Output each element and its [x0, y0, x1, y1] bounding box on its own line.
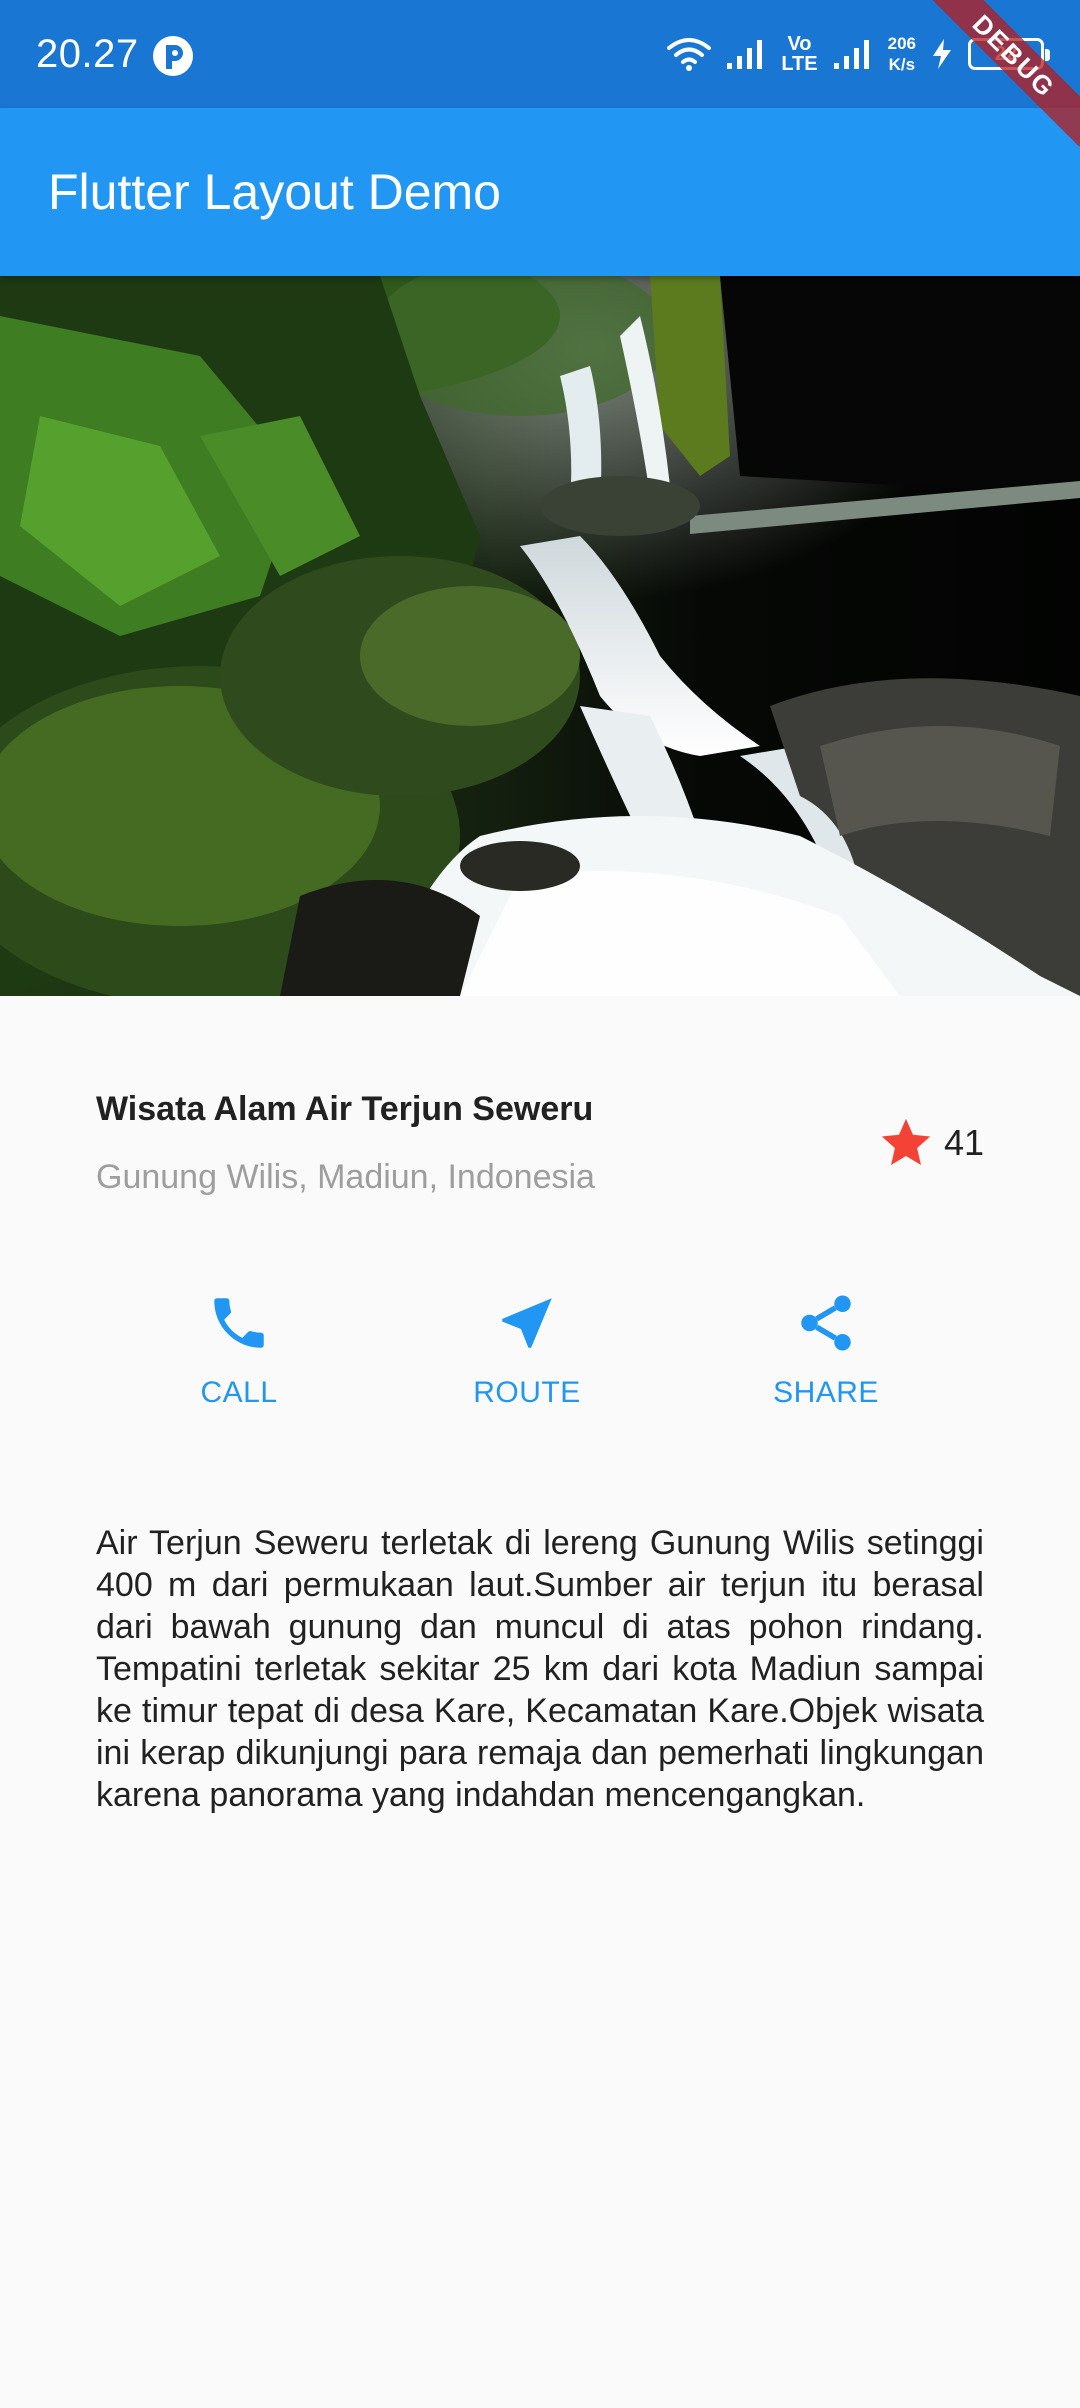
network-speed: 206 K/s	[888, 33, 916, 75]
volte-indicator: Vo LTE	[781, 34, 817, 74]
share-label: SHARE	[773, 1376, 879, 1409]
call-button[interactable]: CALL	[119, 1290, 359, 1410]
route-label: ROUTE	[473, 1376, 581, 1409]
network-speed-unit: K/s	[888, 55, 916, 74]
status-bar: 20.27 Vo LTE 206 K/s	[0, 0, 1080, 108]
network-speed-value: 206	[887, 34, 916, 53]
route-button[interactable]: ROUTE	[407, 1290, 647, 1410]
signal-icon-2	[833, 40, 869, 69]
status-time: 20.27	[36, 32, 139, 76]
charging-icon	[933, 39, 951, 69]
app-title: Flutter Layout Demo	[48, 164, 501, 220]
title-section: Wisata Alam Air Terjun Seweru Gunung Wil…	[96, 1090, 984, 1210]
wifi-icon	[667, 38, 712, 71]
description-text: Air Terjun Seweru terletak di lereng Gun…	[96, 1524, 984, 1814]
navigation-icon	[502, 1298, 552, 1348]
volte-top-label: Vo	[787, 33, 812, 55]
rating-count: 41	[943, 1122, 984, 1163]
waterfall-photo	[0, 276, 1080, 996]
share-button[interactable]: SHARE	[706, 1290, 946, 1410]
place-title: Wisata Alam Air Terjun Seweru	[96, 1090, 594, 1128]
app-bar: Flutter Layout Demo	[0, 108, 1080, 276]
volte-bottom-label: LTE	[781, 53, 818, 75]
phone-icon	[214, 1298, 264, 1348]
action-button-row: CALL ROUTE SHARE	[0, 1290, 1080, 1440]
call-label: CALL	[200, 1376, 278, 1409]
rating: 41	[876, 1114, 984, 1172]
place-location: Gunung Wilis, Madiun, Indonesia	[96, 1158, 595, 1196]
signal-icon-1	[727, 40, 763, 69]
app-notification-icon	[153, 36, 193, 76]
waterfall-image	[0, 276, 1080, 996]
share-icon	[801, 1295, 851, 1351]
star-icon[interactable]	[876, 1114, 936, 1172]
